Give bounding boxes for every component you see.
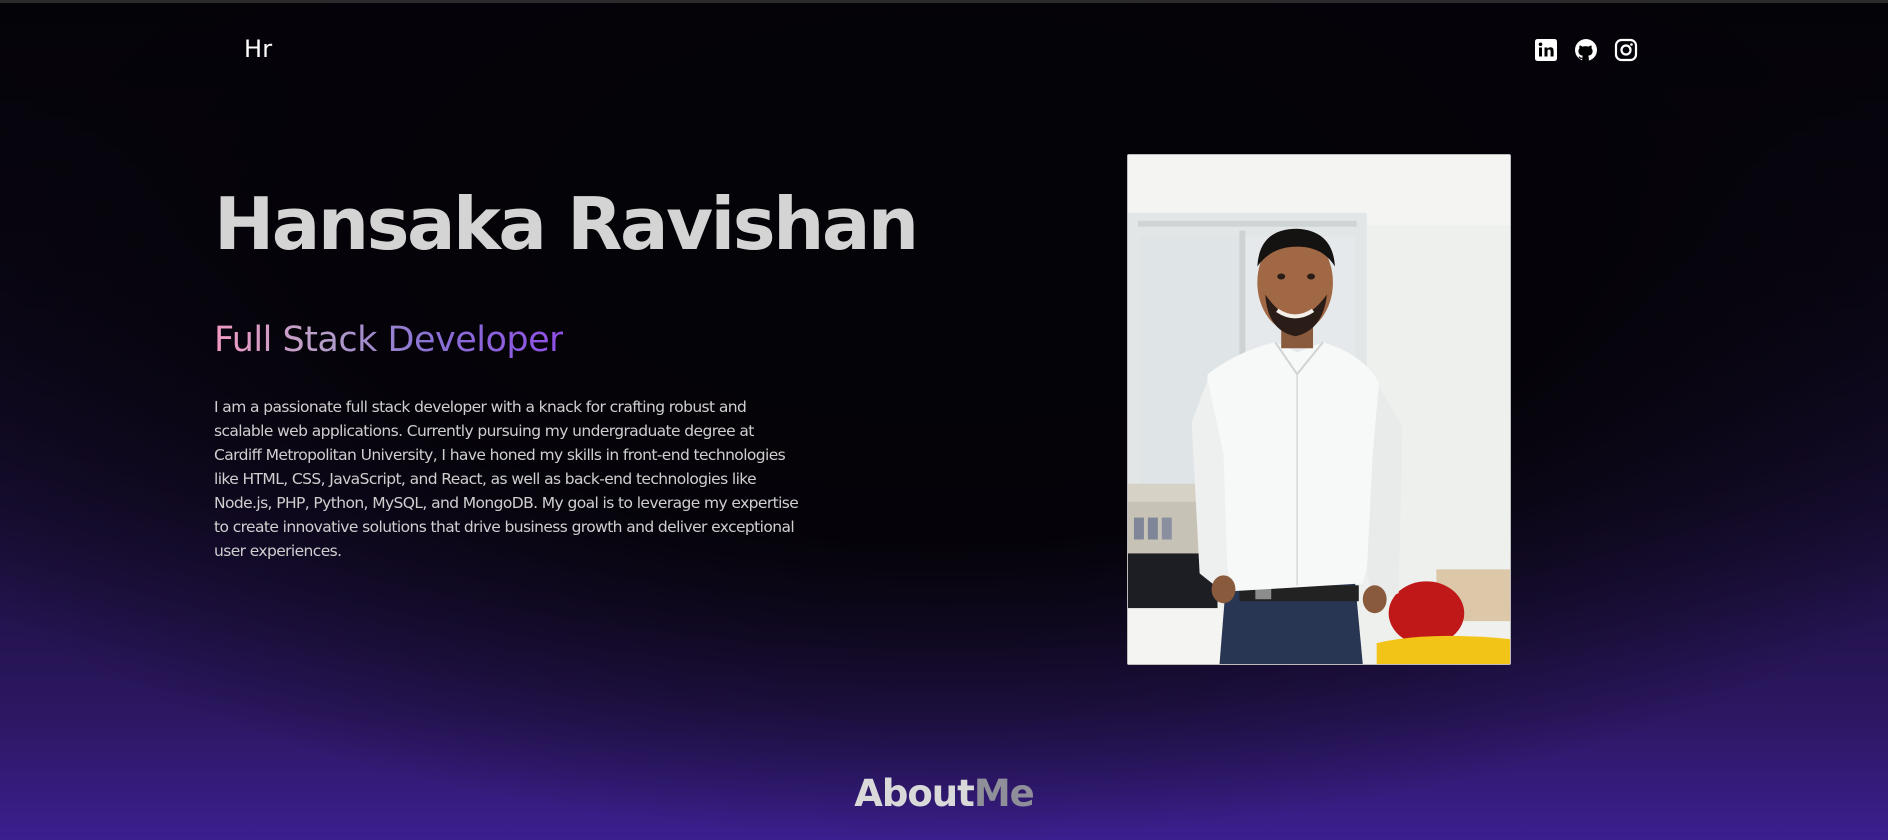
site-header: Hr xyxy=(0,0,1888,100)
linkedin-link[interactable] xyxy=(1534,38,1558,62)
social-links xyxy=(1534,38,1638,62)
about-title: AboutMe xyxy=(0,772,1888,815)
about-title-part2: Me xyxy=(973,772,1035,815)
hero-name: Hansaka Ravishan xyxy=(214,182,919,266)
github-icon xyxy=(1575,39,1597,62)
profile-photo xyxy=(1127,154,1511,665)
about-title-part1: About xyxy=(854,772,975,815)
github-link[interactable] xyxy=(1574,38,1598,62)
instagram-link[interactable] xyxy=(1614,38,1638,62)
hero-bio: I am a passionate full stack developer w… xyxy=(214,398,799,560)
logo[interactable]: Hr xyxy=(244,35,272,63)
hero-role: Full Stack Developer xyxy=(214,320,564,360)
instagram-icon xyxy=(1614,38,1638,62)
linkedin-icon xyxy=(1535,39,1557,61)
